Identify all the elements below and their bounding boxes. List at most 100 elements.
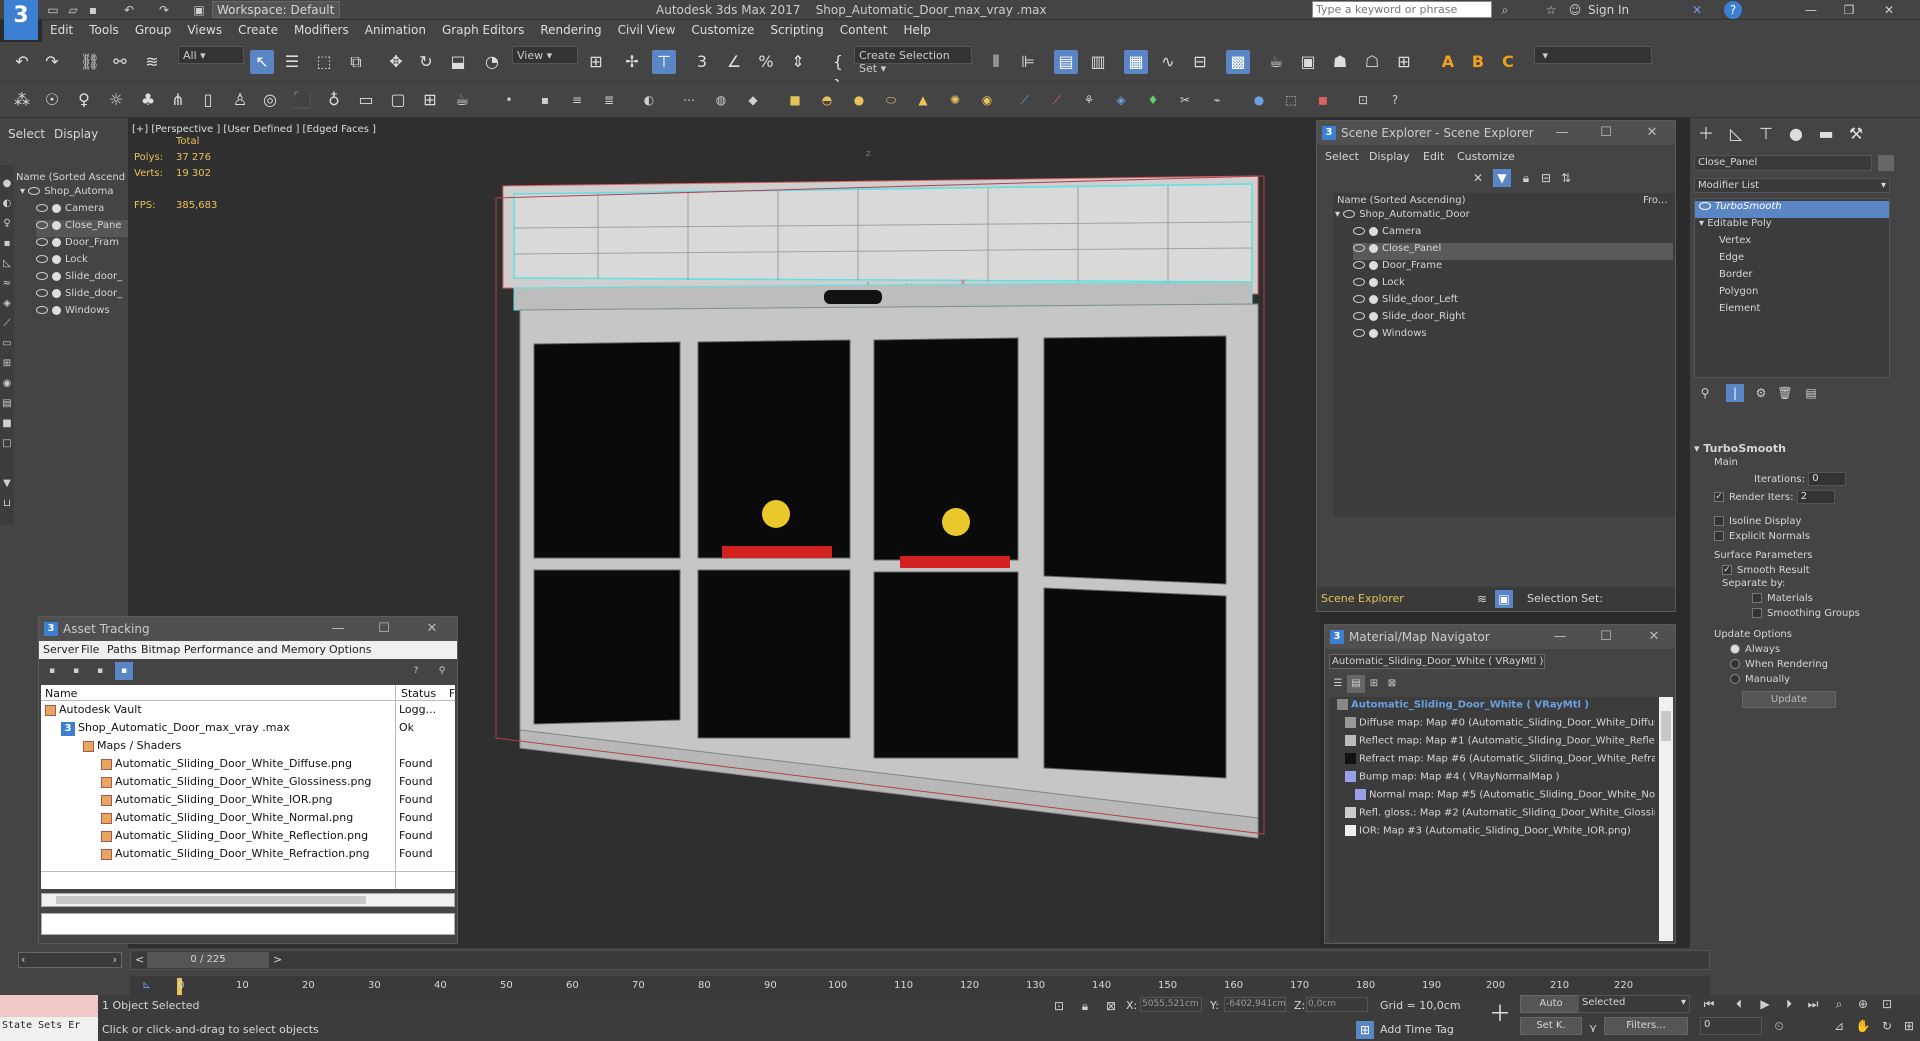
auto-key-button[interactable]: Auto	[1520, 995, 1582, 1013]
play-icon[interactable]: ▶	[1756, 995, 1774, 1013]
frame-icon[interactable]: ▢	[386, 88, 410, 112]
teapot-icon[interactable]: ☕	[450, 88, 474, 112]
pivot-icon[interactable]: ⊞	[584, 50, 608, 74]
restore-icon[interactable]: ❐	[1840, 1, 1858, 19]
text-c-icon[interactable]: C	[1496, 50, 1520, 74]
mn-small-icons-icon[interactable]: ⊞	[1365, 675, 1383, 693]
text-a-icon[interactable]: A	[1436, 50, 1460, 74]
when-rendering-radio[interactable]	[1730, 659, 1740, 669]
mn-ior-map[interactable]: IOR: Map #3 (Automatic_Sliding_Door_Whit…	[1345, 825, 1655, 842]
mn-refl-gloss-map[interactable]: Refl. gloss.: Map #2 (Automatic_Sliding_…	[1345, 807, 1655, 824]
selected-key-dropdown[interactable]: Selected ▾	[1578, 995, 1690, 1013]
tool-l-icon[interactable]: ⬭	[882, 91, 900, 109]
ribbon-toggle-icon[interactable]: ▦	[1124, 50, 1148, 74]
left-item-door-frame[interactable]: Door_Fram	[36, 237, 128, 254]
tool-z-icon[interactable]: ⊡	[1354, 91, 1372, 109]
angle-snap-icon[interactable]: ∠	[722, 50, 746, 74]
menu-edit[interactable]: Edit	[42, 20, 81, 37]
stack-editable-poly[interactable]: ▾ Editable Poly	[1699, 218, 1889, 235]
always-radio[interactable]	[1730, 644, 1740, 654]
menu-scripting[interactable]: Scripting	[762, 20, 831, 37]
selection-filter-dropdown[interactable]: All ▾	[178, 46, 244, 64]
tool-n-icon[interactable]: ✺	[946, 91, 964, 109]
tool-t-icon[interactable]: ♦	[1144, 91, 1162, 109]
render-iters-spinner[interactable]: 2	[1796, 490, 1835, 504]
rendered-frame-icon[interactable]: ▣	[1296, 50, 1320, 74]
bind-spacewarp-icon[interactable]: ≋	[140, 50, 164, 74]
text-b-icon[interactable]: B	[1466, 50, 1490, 74]
time-tag-icon[interactable]: ⊞	[1356, 1021, 1374, 1039]
left-item-lock[interactable]: Lock	[36, 254, 128, 271]
menu-views[interactable]: Views	[179, 20, 230, 37]
at-help-icon[interactable]: ?	[407, 662, 425, 680]
placement-icon[interactable]: ◔	[480, 50, 504, 74]
left-item-windows[interactable]: Windows	[36, 305, 128, 322]
render-production-icon[interactable]: ☗	[1328, 50, 1352, 74]
left-root-item[interactable]: ▾ Shop_Automa	[20, 186, 128, 203]
tool-p-icon[interactable]: ⟋	[1016, 91, 1034, 109]
exchange-icon[interactable]: ✕	[1688, 1, 1706, 19]
render-iters-checkbox[interactable]: ✓	[1714, 492, 1724, 502]
search-input[interactable]	[1312, 1, 1492, 18]
sign-in-link[interactable]: Sign In	[1588, 3, 1629, 17]
se-col-name[interactable]: Name (Sorted Ascending)	[1337, 195, 1466, 206]
link-icon[interactable]: ⛓	[78, 50, 102, 74]
scale-icon[interactable]: ⬓	[446, 50, 470, 74]
left-item-slide-right[interactable]: Slide_door_	[36, 288, 128, 305]
mn-list-icon[interactable]: ☰	[1329, 675, 1347, 693]
mn-reflect-map[interactable]: Reflect map: Map #1 (Automatic_Sliding_D…	[1345, 735, 1655, 752]
zoom-all-icon[interactable]: ⊕	[1854, 995, 1872, 1013]
scene-explorer-toggle-icon[interactable]: ▤	[1054, 50, 1078, 74]
at-menu-options[interactable]: Options	[329, 643, 371, 656]
se-item-camera[interactable]: Camera	[1353, 226, 1673, 243]
create-selection-set-dropdown[interactable]: Create Selection Set ▾	[854, 46, 972, 75]
at-maximize-icon[interactable]: ☐	[375, 620, 393, 638]
menu-group[interactable]: Group	[127, 20, 180, 37]
tool-a-icon[interactable]: •	[500, 91, 518, 109]
at-col-status[interactable]: Status	[401, 687, 436, 700]
menu-tools[interactable]: Tools	[81, 20, 127, 37]
tool-g-icon[interactable]: ◍	[712, 91, 730, 109]
workspace-dropdown[interactable]: Workspace: Default ▾	[212, 1, 340, 31]
maximize-viewport-icon[interactable]: ⊞	[1900, 1017, 1918, 1035]
at-row-max-file[interactable]: 3 Shop_Automatic_Door_max_vray .max Ok	[61, 721, 455, 738]
hierarchy-tab-icon[interactable]: ⊤	[1754, 122, 1778, 146]
sun-icon[interactable]: ☼	[104, 88, 128, 112]
se-item-door-frame[interactable]: Door_Frame	[1353, 260, 1673, 277]
tool-w-icon[interactable]: ●	[1250, 91, 1268, 109]
undo-icon[interactable]: ↶	[10, 50, 34, 74]
at-path-field[interactable]	[41, 913, 455, 935]
se-lock-icon[interactable]: 🔒︎	[1517, 169, 1535, 187]
undo-icon[interactable]: ↶	[120, 1, 138, 19]
percent-snap-icon[interactable]: %	[754, 50, 778, 74]
object-name-field[interactable]: Close_Panel	[1694, 155, 1872, 171]
mn-bump-map[interactable]: Bump map: Map #4 ( VRayNormalMap )	[1345, 771, 1655, 788]
utilities-tab-icon[interactable]: ⚒	[1844, 122, 1868, 146]
tool-u-icon[interactable]: ✂	[1176, 91, 1194, 109]
tool-b-icon[interactable]: ▪	[536, 91, 554, 109]
se-layers-icon[interactable]: ≋	[1473, 590, 1491, 608]
at-row-reflection[interactable]: Automatic_Sliding_Door_White_Reflection.…	[101, 829, 455, 846]
se-hierarchy-icon[interactable]: ⊟	[1537, 169, 1555, 187]
render-setup-icon[interactable]: ☕	[1264, 50, 1288, 74]
tool-q-icon[interactable]: ⟋	[1048, 91, 1066, 109]
se-sync-icon[interactable]: ⇅	[1557, 169, 1575, 187]
align-icon[interactable]: ⊫	[1016, 50, 1040, 74]
filter-funnel-icon[interactable]: ▼	[0, 475, 16, 493]
se-footer-name[interactable]: Scene Explorer	[1321, 592, 1404, 605]
material-navigator-titlebar[interactable]: 3 Material/Map Navigator	[1325, 625, 1675, 649]
y-field[interactable]: -6402,941cm	[1224, 997, 1286, 1012]
goto-start-icon[interactable]: ⏮	[1700, 995, 1718, 1013]
menu-graph-editors[interactable]: Graph Editors	[434, 20, 532, 37]
select-by-name-icon[interactable]: ☰	[280, 50, 304, 74]
left-tab-display[interactable]: Display	[54, 127, 98, 141]
field-of-view-icon[interactable]: ⊿	[1830, 1017, 1848, 1035]
at-hscrollbar[interactable]	[41, 893, 455, 907]
left-tab-select[interactable]: Select	[8, 127, 45, 141]
mn-refract-map[interactable]: Refract map: Map #6 (Automatic_Sliding_D…	[1345, 753, 1655, 770]
tool-h-icon[interactable]: ◆	[744, 91, 762, 109]
stack-element[interactable]: Element	[1719, 303, 1760, 320]
mn-diffuse-map[interactable]: Diffuse map: Map #0 (Automatic_Sliding_D…	[1345, 717, 1655, 734]
se-item-windows[interactable]: Windows	[1353, 328, 1673, 345]
star-icon[interactable]: ☆	[1542, 1, 1560, 19]
